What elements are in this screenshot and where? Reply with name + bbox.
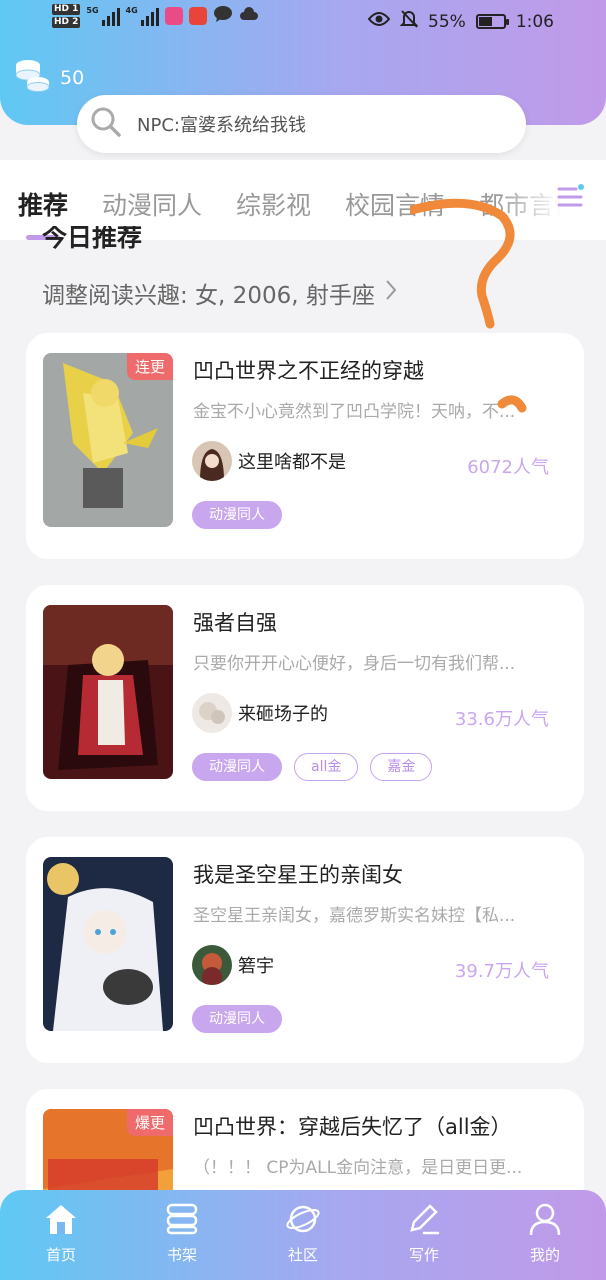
battery-percent: 55% xyxy=(428,11,466,32)
signal-icon: 4G xyxy=(126,6,159,26)
update-badge: 连更 xyxy=(126,353,173,380)
hd1-label: HD 1 xyxy=(52,4,81,15)
bottom-navigation: 首页 书架 社区 写作 我的 xyxy=(0,1190,606,1280)
book-cover xyxy=(43,605,173,779)
net2-label: 4G xyxy=(125,6,138,15)
tab-film-tv[interactable]: 综影视 xyxy=(236,186,311,222)
search-input[interactable]: NPC:富婆系统给我钱 xyxy=(137,111,306,137)
book-title: 强者自强 xyxy=(193,611,277,635)
coin-balance[interactable]: 50 xyxy=(14,58,84,97)
chat-icon xyxy=(213,5,233,28)
book-description: 金宝不小心竟然到了凹凸学院！天呐，不... xyxy=(193,402,516,422)
coins-icon xyxy=(14,58,50,97)
book-title: 凹凸世界之不正经的穿越 xyxy=(193,359,424,383)
popularity-count: 39.7万人气 xyxy=(454,961,549,982)
eye-icon xyxy=(367,11,391,32)
hd-badge: HD 1 HD 2 xyxy=(52,4,81,28)
book-cover: 连更 xyxy=(43,353,173,527)
net1-label: 5G xyxy=(86,6,99,15)
cloud-icon xyxy=(239,6,259,26)
nav-profile[interactable]: 我的 xyxy=(505,1202,585,1265)
nav-bookshelf[interactable]: 书架 xyxy=(142,1202,222,1265)
reading-interest-link[interactable]: 调整阅读兴趣: 女, 2006, 射手座 xyxy=(42,276,397,310)
avatar xyxy=(192,945,232,985)
book-card[interactable]: 强者自强 只要你开开心心便好，身后一切有我们帮... 来砸场子的 33.6万人气… xyxy=(26,585,584,811)
coin-count: 50 xyxy=(60,66,85,89)
book-description: 圣空星王亲闺女，嘉德罗斯实名妹控【私... xyxy=(193,906,516,926)
user-icon xyxy=(527,1202,563,1244)
author-name: 这里啥都不是 xyxy=(238,452,346,473)
popularity-count: 6072人气 xyxy=(467,457,549,478)
tab-anime-fanfic[interactable]: 动漫同人 xyxy=(102,186,202,222)
author-name: 箬宇 xyxy=(238,956,274,977)
avatar xyxy=(192,441,232,481)
nav-write[interactable]: 写作 xyxy=(384,1202,464,1265)
book-description: （！！！ CP为ALL金向注意，是日更日更... xyxy=(193,1158,523,1178)
hot-badge: 爆更 xyxy=(126,1109,173,1136)
home-icon xyxy=(43,1202,79,1244)
book-author[interactable]: 这里啥都不是 xyxy=(192,441,346,481)
tab-campus-romance[interactable]: 校园言情 xyxy=(345,186,445,222)
popularity-count: 33.6万人气 xyxy=(454,709,549,730)
status-left: HD 1 HD 2 5G 4G xyxy=(52,4,259,28)
hd2-label: HD 2 xyxy=(52,17,81,28)
tab-recommend[interactable]: 推荐 xyxy=(18,186,68,240)
author-name: 来砸场子的 xyxy=(238,704,328,725)
search-bar[interactable]: NPC:富婆系统给我钱 xyxy=(77,95,526,153)
section-title: 今日推荐 xyxy=(42,226,143,252)
mute-bell-icon xyxy=(399,9,419,34)
cp-tag[interactable]: 嘉金 xyxy=(370,753,433,781)
chevron-right-icon xyxy=(385,279,397,307)
search-icon xyxy=(89,105,123,143)
bookshelf-icon xyxy=(164,1202,200,1244)
signal-icon: 5G xyxy=(86,6,120,26)
status-bar: HD 1 HD 2 5G 4G 55% 1:06 xyxy=(0,0,606,40)
clock: 1:06 xyxy=(515,11,554,32)
book-cover xyxy=(43,857,173,1031)
app-notification-icon xyxy=(164,7,183,25)
pen-icon xyxy=(406,1202,442,1244)
nav-home-label: 首页 xyxy=(45,1246,76,1264)
nav-bookshelf-label: 书架 xyxy=(166,1246,197,1264)
nav-community-label: 社区 xyxy=(287,1246,318,1264)
book-author[interactable]: 来砸场子的 xyxy=(192,693,328,733)
reading-interest-text: 调整阅读兴趣: 女, 2006, 射手座 xyxy=(42,283,375,309)
book-card[interactable]: 连更 凹凸世界之不正经的穿越 金宝不小心竟然到了凹凸学院！天呐，不... 这里啥… xyxy=(26,333,584,559)
genre-tag[interactable]: 动漫同人 xyxy=(192,1005,282,1033)
book-card[interactable]: 我是圣空星王的亲闺女 圣空星王亲闺女，嘉德罗斯实名妹控【私... 箬宇 39.7… xyxy=(26,837,584,1063)
book-author[interactable]: 箬宇 xyxy=(192,945,274,985)
category-menu-icon[interactable] xyxy=(556,182,586,212)
nav-community[interactable]: 社区 xyxy=(263,1202,343,1265)
book-title: 凹凸世界：穿越后失忆了（all金） xyxy=(193,1115,512,1139)
nav-profile-label: 我的 xyxy=(529,1246,560,1264)
status-right: 55% 1:06 xyxy=(367,9,554,34)
planet-icon xyxy=(285,1202,321,1244)
genre-tag[interactable]: 动漫同人 xyxy=(192,501,282,529)
book-description: 只要你开开心心便好，身后一切有我们帮... xyxy=(193,654,516,674)
nav-home[interactable]: 首页 xyxy=(21,1202,101,1265)
tabs-fade xyxy=(496,160,606,240)
nav-write-label: 写作 xyxy=(408,1246,439,1264)
genre-tag[interactable]: 动漫同人 xyxy=(192,753,282,781)
cp-tag[interactable]: all金 xyxy=(294,753,359,781)
avatar xyxy=(192,693,232,733)
battery-icon xyxy=(475,14,509,29)
app-notification-icon xyxy=(188,7,207,25)
book-title: 我是圣空星王的亲闺女 xyxy=(193,863,403,887)
